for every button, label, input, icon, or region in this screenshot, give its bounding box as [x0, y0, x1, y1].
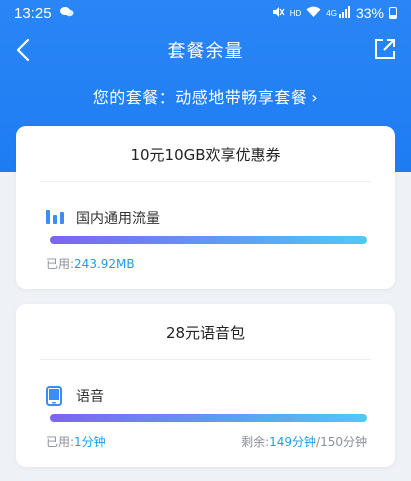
bar-chart-icon	[46, 208, 66, 228]
mute-icon	[271, 5, 285, 21]
current-plan-link[interactable]: 您的套餐：动感地带畅享套餐 ›	[0, 84, 411, 108]
used-prefix: 已用:	[46, 257, 75, 271]
usage-progress-bar	[50, 414, 367, 422]
back-button[interactable]	[10, 36, 36, 64]
wifi-icon	[306, 5, 321, 21]
navigation-bar: 套餐余量	[0, 28, 411, 72]
page-title: 套餐余量	[167, 41, 244, 62]
usage-item: 语音	[46, 386, 104, 406]
used-amount: 已用:1分钟	[46, 433, 106, 450]
package-balance-page: 13:25 HD 4G 33% 套餐余量 您的套餐：动感地带畅享套餐 › 10元…	[0, 0, 411, 481]
signal-icon	[338, 5, 351, 21]
divider	[40, 359, 371, 360]
used-prefix: 已用:	[46, 435, 75, 449]
signal-type-label: 4G	[326, 8, 337, 18]
status-bar: 13:25 HD 4G 33%	[0, 0, 411, 26]
used-value: 243.92MB	[74, 257, 135, 271]
external-link-icon	[375, 39, 395, 59]
used-amount: 已用:243.92MB	[46, 255, 135, 272]
current-plan-text: 您的套餐：动感地带畅享套餐	[92, 88, 308, 107]
chat-notification-icon	[59, 6, 74, 21]
remain-prefix: 剩余:	[241, 435, 270, 449]
phone-icon	[46, 386, 66, 406]
usage-item-label: 国内通用流量	[76, 211, 160, 227]
status-right-group: HD 4G 33%	[271, 5, 397, 21]
card-title: 10元10GB欢享优惠券	[130, 146, 281, 164]
chevron-left-icon	[16, 38, 30, 62]
status-time: 13:25	[14, 4, 52, 22]
share-button[interactable]	[373, 37, 399, 63]
divider	[40, 181, 371, 182]
chevron-right-icon: ›	[311, 88, 319, 107]
remaining-amount: 剩余:149分钟/150分钟	[241, 433, 367, 450]
battery-icon	[389, 7, 397, 19]
used-value: 1分钟	[74, 435, 106, 449]
usage-item-label: 语音	[76, 389, 104, 405]
card-title: 28元语音包	[165, 324, 246, 342]
package-card-data: 10元10GB欢享优惠券 国内通用流量 已用:243.92MB	[16, 126, 395, 289]
hd-label: HD	[289, 8, 302, 18]
package-card-voice: 28元语音包 语音 已用:1分钟 剩余:149分钟/150分钟	[16, 304, 395, 467]
total-suffix: /150分钟	[316, 435, 367, 449]
usage-progress-bar	[50, 236, 367, 244]
usage-item: 国内通用流量	[46, 208, 160, 228]
battery-percent: 33%	[355, 5, 384, 21]
remain-value: 149分钟	[269, 435, 317, 449]
